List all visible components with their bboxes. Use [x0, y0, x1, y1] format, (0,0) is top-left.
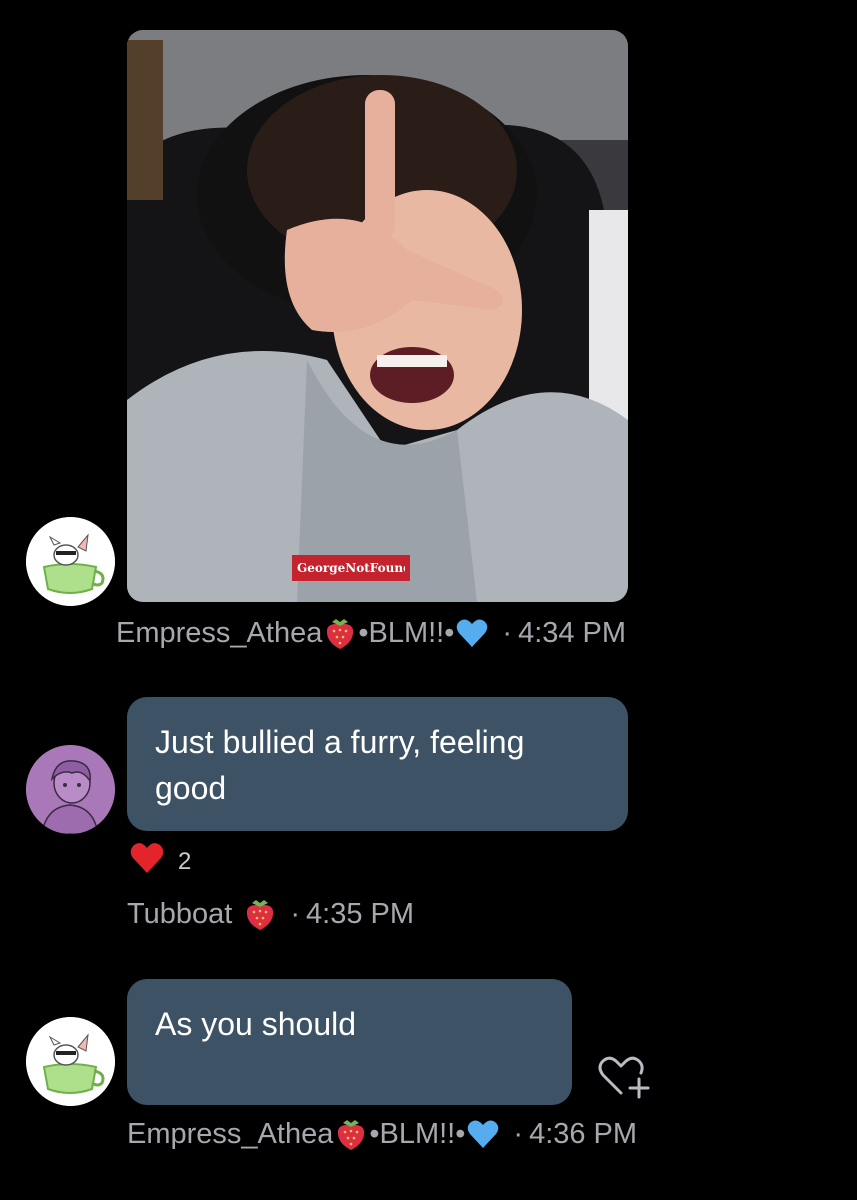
reaction-count: 2 [178, 847, 192, 875]
add-reaction-icon[interactable] [597, 1053, 651, 1099]
sender-name[interactable]: Empress_Athea [116, 617, 322, 650]
sender-badge: •BLM!!• [358, 616, 455, 649]
message-bubble[interactable]: Just bullied a furry, feeling good [127, 697, 628, 831]
sender-name[interactable]: Empress_Athea [127, 1118, 333, 1151]
timestamp: 4:36 PM [529, 1117, 638, 1150]
meta-separator: · [513, 1117, 524, 1150]
message-text: Just bullied a furry, feeling good [155, 724, 525, 806]
meta-separator: · [502, 616, 513, 649]
meta-separator: · [290, 897, 301, 930]
avatar[interactable] [26, 1017, 115, 1106]
heart-icon [130, 842, 164, 881]
timestamp: 4:35 PM [306, 897, 415, 930]
blue-heart-icon [456, 618, 488, 648]
shared-photo[interactable]: GeorgeNotFound [127, 30, 628, 602]
reaction-chip[interactable]: 2 [130, 842, 191, 881]
message-meta: Empress_Athea •BLM!!• · 4:34 PM [116, 613, 626, 653]
photo-logo-text: GeorgeNotFound [297, 561, 405, 575]
blue-heart-icon [467, 1119, 499, 1149]
avatar[interactable] [26, 745, 115, 834]
message-bubble[interactable]: As you should [127, 979, 572, 1105]
sender-badge: •BLM!!• [369, 1117, 466, 1150]
timestamp: 4:34 PM [518, 616, 627, 649]
message-text: As you should [155, 1006, 357, 1042]
strawberry-icon [324, 616, 356, 650]
message-meta: Empress_Athea •BLM!!• · 4:36 PM [127, 1114, 637, 1154]
strawberry-icon [244, 897, 276, 931]
strawberry-icon [335, 1117, 367, 1151]
sender-name[interactable]: Tubboat [127, 898, 232, 931]
message-meta: Tubboat · 4:35 PM [127, 894, 414, 934]
avatar[interactable] [26, 517, 115, 606]
